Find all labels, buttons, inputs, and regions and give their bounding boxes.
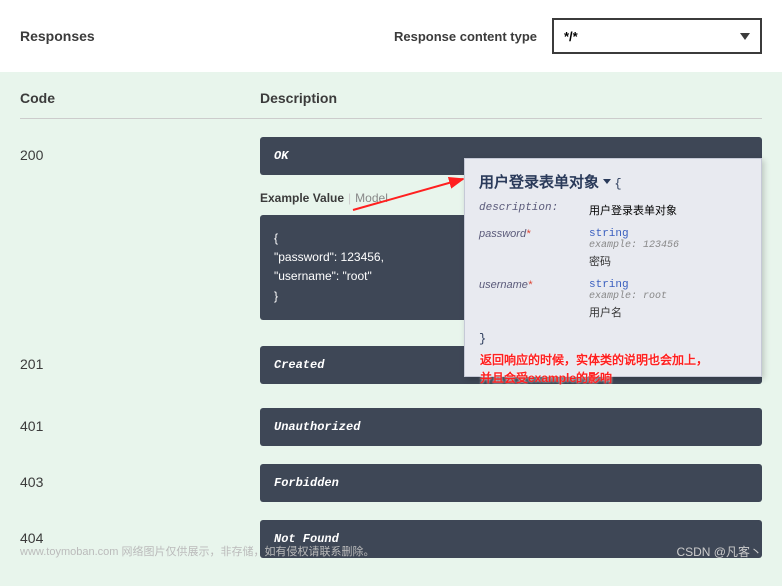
chevron-down-icon (740, 33, 750, 40)
response-code: 401 (20, 408, 260, 434)
response-code: 200 (20, 137, 260, 163)
chevron-down-icon (603, 179, 611, 184)
response-code: 404 (20, 520, 260, 546)
annotation-text: 返回响应的时候，实体类的说明也会加上， 并且会受example的影响 (480, 351, 708, 387)
response-code: 201 (20, 346, 260, 372)
field-description-val: 用户登录表单对象 (589, 202, 747, 218)
field-name: username* (479, 279, 589, 320)
response-desc: Forbidden (260, 464, 762, 502)
content-type-label: Response content type (394, 29, 537, 44)
brace-close: } (479, 332, 747, 346)
field-desc: 密码 (589, 253, 747, 269)
tab-separator: | (348, 191, 351, 205)
description-column-header: Description (260, 90, 762, 106)
response-row-401: 401 Unauthorized (20, 408, 762, 446)
content-type-value: */* (564, 29, 578, 44)
code-column-header: Code (20, 90, 260, 106)
tooltip-title[interactable]: 用户登录表单对象 (479, 171, 611, 192)
brace-open: { (614, 177, 621, 191)
tab-model[interactable]: Model (355, 191, 388, 205)
response-code: 403 (20, 464, 260, 490)
model-tooltip: 用户登录表单对象 { description: 用户登录表单对象 passwor… (464, 158, 762, 377)
footer-watermark-right: CSDN @凡客丶 (676, 543, 762, 560)
field-type: string (589, 228, 747, 240)
footer-watermark-left: www.toymoban.com 网络图片仅供展示，非存储，如有侵权请联系删除。 (20, 543, 374, 560)
field-description-key: description: (479, 202, 589, 218)
required-star-icon: * (526, 228, 530, 240)
content-type-select[interactable]: */* (552, 18, 762, 54)
field-example: example: root (589, 291, 747, 302)
field-desc: 用户名 (589, 304, 747, 320)
field-example: example: 123456 (589, 240, 747, 251)
response-row-403: 403 Forbidden (20, 464, 762, 502)
field-type: string (589, 279, 747, 291)
field-name: password* (479, 228, 589, 269)
required-star-icon: * (528, 279, 532, 291)
responses-title: Responses (20, 28, 95, 44)
tab-example-value[interactable]: Example Value (260, 191, 344, 205)
response-desc: Unauthorized (260, 408, 762, 446)
